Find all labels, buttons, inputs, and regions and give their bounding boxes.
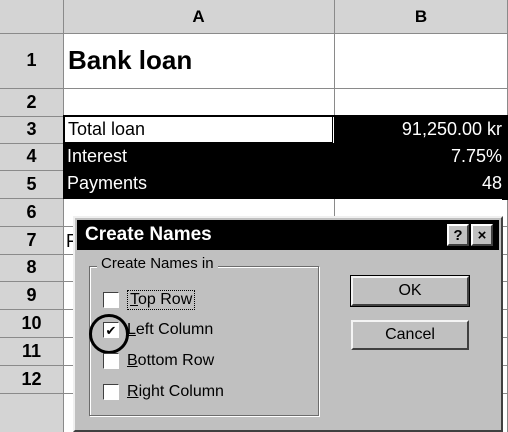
row-header-5[interactable]: 5 <box>0 170 63 198</box>
group-label: Create Names in <box>97 255 218 272</box>
row-header-label: 7 <box>26 229 37 250</box>
row-header-12[interactable]: 12 <box>0 365 63 393</box>
row-header-label: 11 <box>21 340 42 361</box>
cell-a4[interactable]: Interest <box>64 143 334 170</box>
label-rest: ight Column <box>138 383 224 400</box>
create-names-dialog: Create Names ? × Create Names in Top Row… <box>73 216 503 432</box>
row-header-8[interactable]: 8 <box>0 254 63 281</box>
bottom-row-option[interactable]: Bottom Row <box>103 352 214 370</box>
row-header-label: 4 <box>26 146 37 166</box>
select-all-corner[interactable] <box>0 0 63 33</box>
bottom-row-label: Bottom Row <box>127 352 214 370</box>
close-button[interactable]: × <box>471 224 493 246</box>
ok-label: OK <box>398 282 422 299</box>
close-icon: × <box>477 226 487 244</box>
mnemonic: T <box>130 291 138 308</box>
bottom-row-checkbox[interactable] <box>103 353 119 369</box>
dialog-title: Create Names <box>85 224 212 245</box>
cell-b4-text: 7.75% <box>450 146 502 166</box>
left-column-label: Left Column <box>127 321 213 339</box>
cancel-label: Cancel <box>385 326 435 343</box>
row-header-11[interactable]: 11 <box>0 337 63 365</box>
cell-a3-text: Total loan <box>68 119 146 139</box>
label-rest: ottom Row <box>137 352 215 369</box>
help-button[interactable]: ? <box>447 224 469 246</box>
cell-a3[interactable]: Total loan <box>64 116 333 143</box>
help-icon: ? <box>453 226 463 244</box>
row-header-9[interactable]: 9 <box>0 281 63 309</box>
row-header-label: 6 <box>26 201 37 222</box>
row-header-6[interactable]: 6 <box>0 198 63 226</box>
right-column-option[interactable]: Right Column <box>103 383 224 401</box>
label-rest: op Row <box>138 291 193 308</box>
cell-b5-text: 48 <box>481 173 502 193</box>
top-row-option[interactable]: Top Row <box>103 290 196 310</box>
row-header-13-partial[interactable] <box>0 393 63 432</box>
row-header-label: 2 <box>26 91 37 112</box>
column-header-b[interactable]: B <box>334 0 508 33</box>
cell-a1[interactable]: Bank loan <box>64 36 334 84</box>
dialog-titlebar[interactable]: Create Names ? × <box>77 220 499 250</box>
column-header-a-label: A <box>192 6 205 26</box>
cell-a5-text: Payments <box>67 173 148 193</box>
cell-b5[interactable]: 48 <box>334 170 506 197</box>
row-header-label: 1 <box>26 50 37 70</box>
top-row-checkbox[interactable] <box>103 292 119 308</box>
column-header-b-label: B <box>414 6 428 26</box>
row-header-10[interactable]: 10 <box>0 309 63 337</box>
cell-a4-text: Interest <box>67 146 128 166</box>
row-header-label: 10 <box>21 312 42 333</box>
row-header-7[interactable]: 7 <box>0 226 63 254</box>
mnemonic: R <box>127 383 139 400</box>
row-header-label: 8 <box>26 257 37 277</box>
cell-b4[interactable]: 7.75% <box>334 143 506 170</box>
row-header-label: 12 <box>21 368 42 389</box>
ok-button[interactable]: OK <box>350 275 470 307</box>
row-header-2[interactable]: 2 <box>0 88 63 116</box>
column-header-a[interactable]: A <box>63 0 334 33</box>
mnemonic: B <box>127 352 138 369</box>
label-rest: eft Column <box>135 321 214 338</box>
row-header-4[interactable]: 4 <box>0 143 63 170</box>
cell-b3[interactable]: 91,250.00 kr <box>334 116 506 143</box>
cell-a1-text: Bank loan <box>68 44 193 75</box>
right-column-checkbox[interactable] <box>103 384 119 400</box>
row-header-label: 3 <box>26 119 37 139</box>
row-header-3[interactable]: 3 <box>0 116 63 143</box>
row-header-1[interactable]: 1 <box>0 33 63 88</box>
highlight-circle <box>89 314 129 354</box>
cancel-button[interactable]: Cancel <box>351 320 469 350</box>
fill-handle[interactable] <box>502 194 508 200</box>
row-header-label: 5 <box>26 173 37 194</box>
top-row-label: Top Row <box>127 290 196 310</box>
cell-b3-text: 91,250.00 kr <box>401 119 502 139</box>
right-column-label: Right Column <box>127 383 224 401</box>
cell-a5[interactable]: Payments <box>64 170 334 197</box>
row-header-label: 9 <box>26 284 37 305</box>
